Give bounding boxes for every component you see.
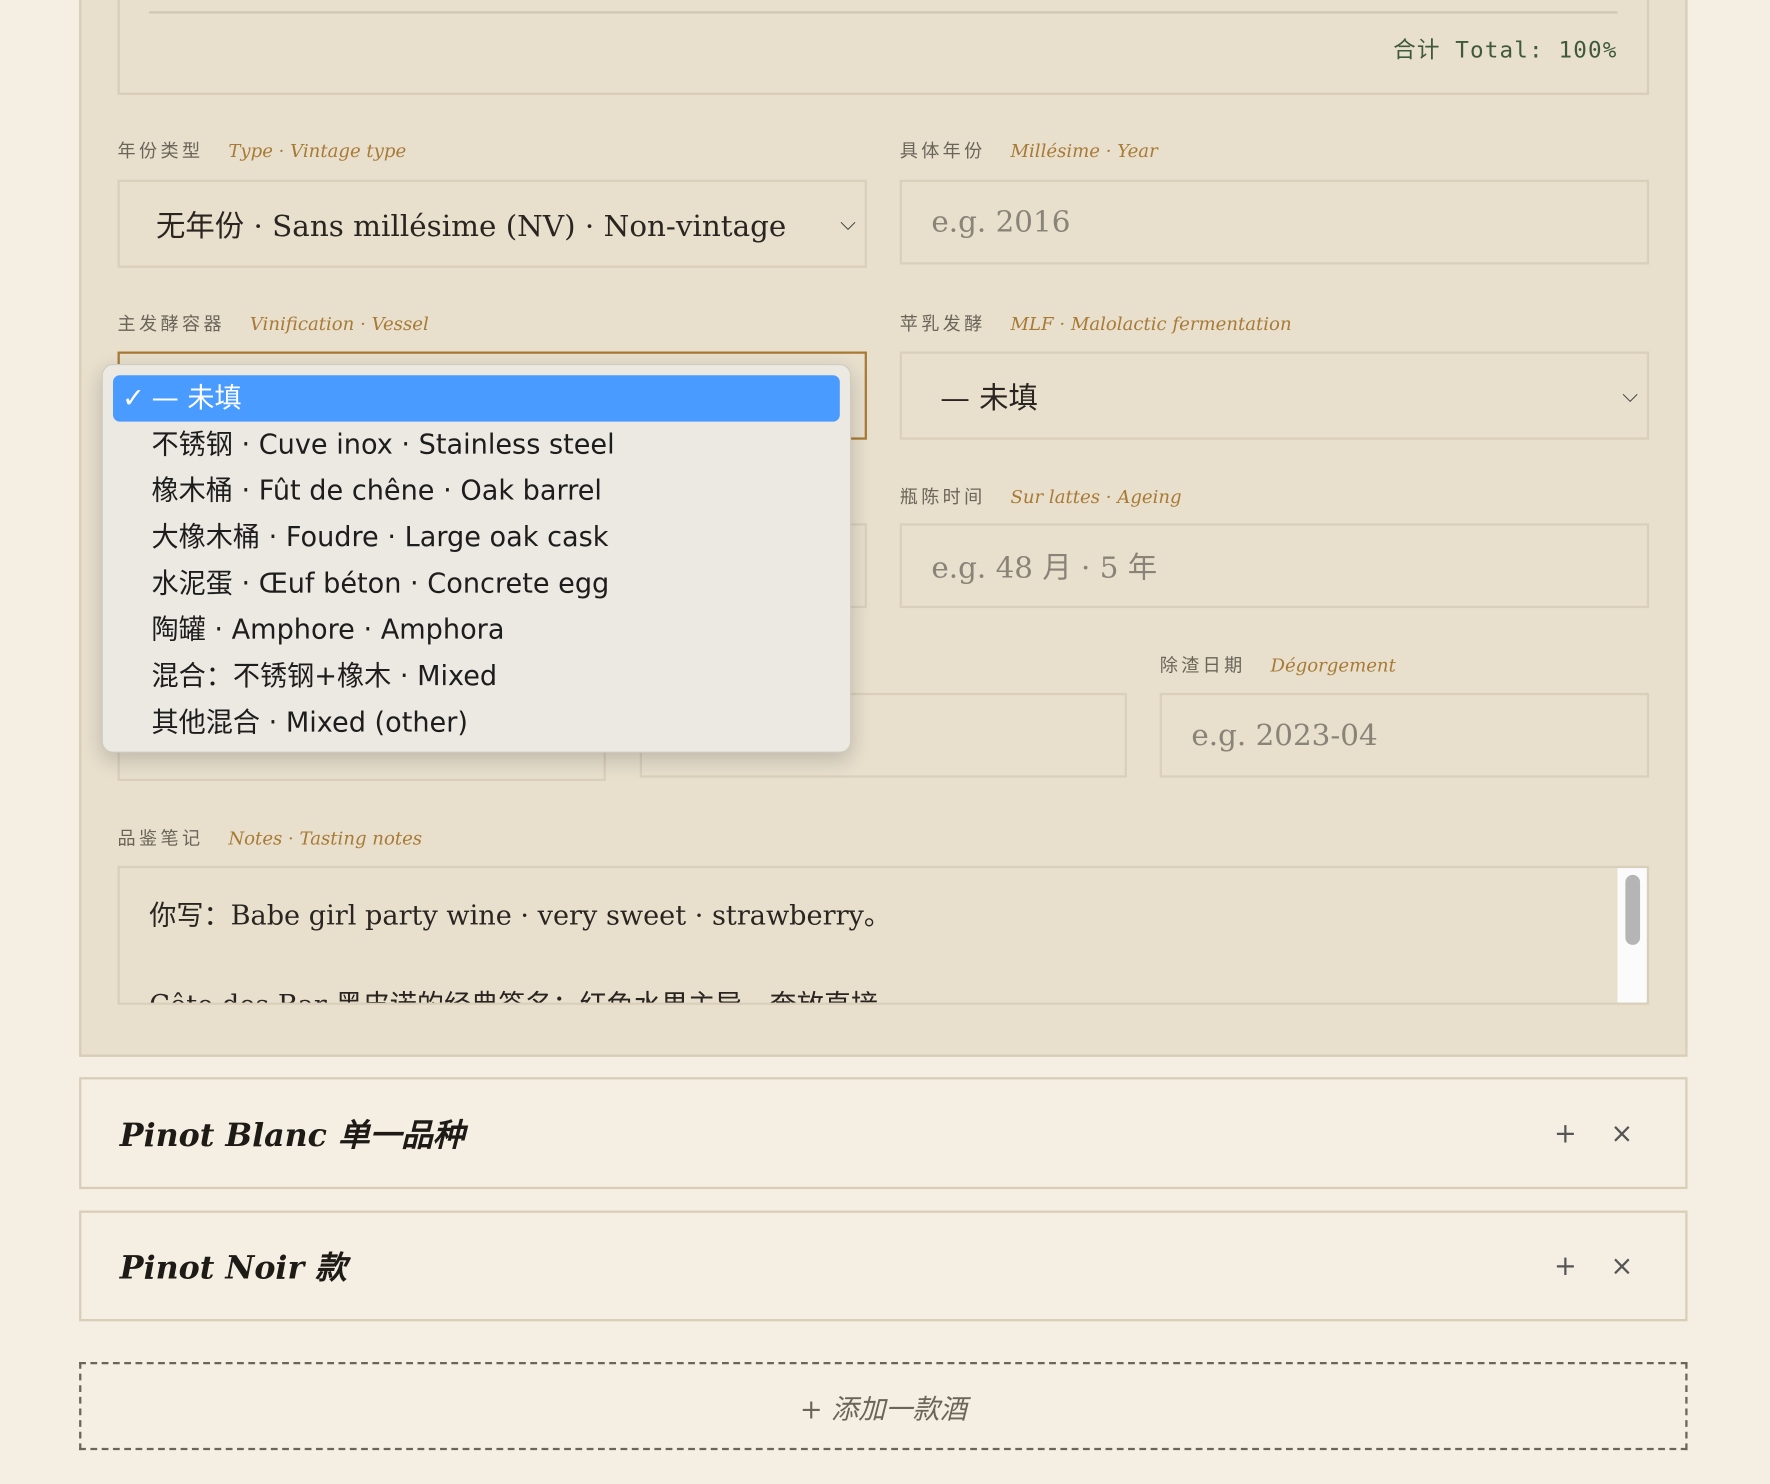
- scrollbar-thumb[interactable]: [1625, 874, 1641, 945]
- expand-plus-icon[interactable]: +: [1554, 1250, 1577, 1282]
- dropdown-option[interactable]: 不锈钢 · Cuve inox · Stainless steel: [103, 422, 850, 468]
- chevron-down-icon: ⌵: [1622, 383, 1638, 408]
- blend-total: 合计 Total: 100%: [1393, 36, 1618, 64]
- vessel-label: 主发酵容器 Vinification · Vessel: [117, 313, 429, 335]
- disgorgement-input[interactable]: e.g. 2023-04: [1159, 692, 1650, 778]
- vintage-type-label: 年份类型 Type · Vintage type: [117, 140, 407, 162]
- dropdown-option[interactable]: ✓ — 未填: [113, 375, 840, 422]
- vessel-dropdown: ✓ — 未填不锈钢 · Cuve inox · Stainless steel 橡木…: [101, 363, 852, 753]
- dropdown-option[interactable]: 橡木桶 · Fût de chêne · Oak barrel: [103, 468, 850, 514]
- divider: [149, 11, 1618, 14]
- ageing-input[interactable]: e.g. 48 月 · 5 年: [899, 523, 1650, 609]
- option-label: — 未填: [151, 382, 242, 414]
- dropdown-option[interactable]: 其他混合 · Mixed (other): [103, 700, 850, 746]
- chevron-down-icon: ⌵: [840, 211, 856, 236]
- option-label: 不锈钢 · Cuve inox · Stainless steel: [151, 428, 615, 461]
- mlf-label: 苹乳发酵 MLF · Malolactic fermentation: [899, 313, 1292, 335]
- notes-textarea[interactable]: 你写：Babe girl party wine · very sweet · s…: [117, 865, 1650, 1005]
- ageing-label: 瓶陈时间 Sur lattes · Ageing: [899, 486, 1182, 508]
- dropdown-option[interactable]: 混合：不锈钢+橡木 · Mixed: [103, 653, 850, 699]
- option-label: 大橡木桶 · Foudre · Large oak cask: [151, 521, 609, 553]
- expand-plus-icon[interactable]: +: [1554, 1117, 1577, 1149]
- add-wine-button[interactable]: + 添加一款酒: [79, 1362, 1688, 1451]
- blend-box: 合计 Total: 100%: [117, 0, 1650, 95]
- check-icon: ✓: [122, 382, 145, 414]
- option-label: 水泥蛋 · Œuf béton · Concrete egg: [151, 567, 610, 600]
- wine-title: Pinot Blanc 单一品种: [119, 1116, 465, 1154]
- year-label: 具体年份 Millésime · Year: [899, 140, 1158, 162]
- wine-card[interactable]: Pinot Noir 款 + ×: [79, 1210, 1688, 1322]
- scrollbar[interactable]: [1617, 868, 1647, 1003]
- mlf-select[interactable]: — 未填 ⌵: [899, 351, 1650, 440]
- option-label: 其他混合 · Mixed (other): [151, 706, 468, 739]
- dropdown-option[interactable]: 水泥蛋 · Œuf béton · Concrete egg: [103, 561, 850, 607]
- wine-card[interactable]: Pinot Blanc 单一品种 + ×: [79, 1077, 1688, 1190]
- option-label: 橡木桶 · Fût de chêne · Oak barrel: [151, 474, 602, 507]
- close-icon[interactable]: ×: [1611, 1117, 1634, 1149]
- wine-title: Pinot Noir 款: [119, 1248, 347, 1287]
- year-input[interactable]: e.g. 2016: [899, 179, 1650, 265]
- disgorgement-label: 除渣日期 Dégorgement: [1159, 654, 1396, 676]
- notes-line: 你写：Babe girl party wine · very sweet · s…: [149, 899, 891, 932]
- option-label: 混合：不锈钢+橡木 · Mixed: [151, 660, 498, 692]
- dropdown-option[interactable]: 大橡木桶 · Foudre · Large oak cask: [103, 514, 850, 560]
- dropdown-option[interactable]: 陶罐 · Amphore · Amphora: [103, 607, 850, 653]
- notes-label: 品鉴笔记 Notes · Tasting notes: [117, 827, 423, 849]
- option-label: 陶罐 · Amphore · Amphora: [151, 613, 505, 646]
- page: 合计 Total: 100% 年份类型 Type · Vintage type 无…: [0, 0, 1770, 1484]
- vintage-type-select[interactable]: 无年份 · Sans millésime (NV) · Non-vintage ⌵: [117, 179, 867, 268]
- notes-line: Côte des Bar 黑皮诺的经典签名：红色水果主导，奔放直接: [149, 989, 879, 1005]
- close-icon[interactable]: ×: [1611, 1250, 1634, 1282]
